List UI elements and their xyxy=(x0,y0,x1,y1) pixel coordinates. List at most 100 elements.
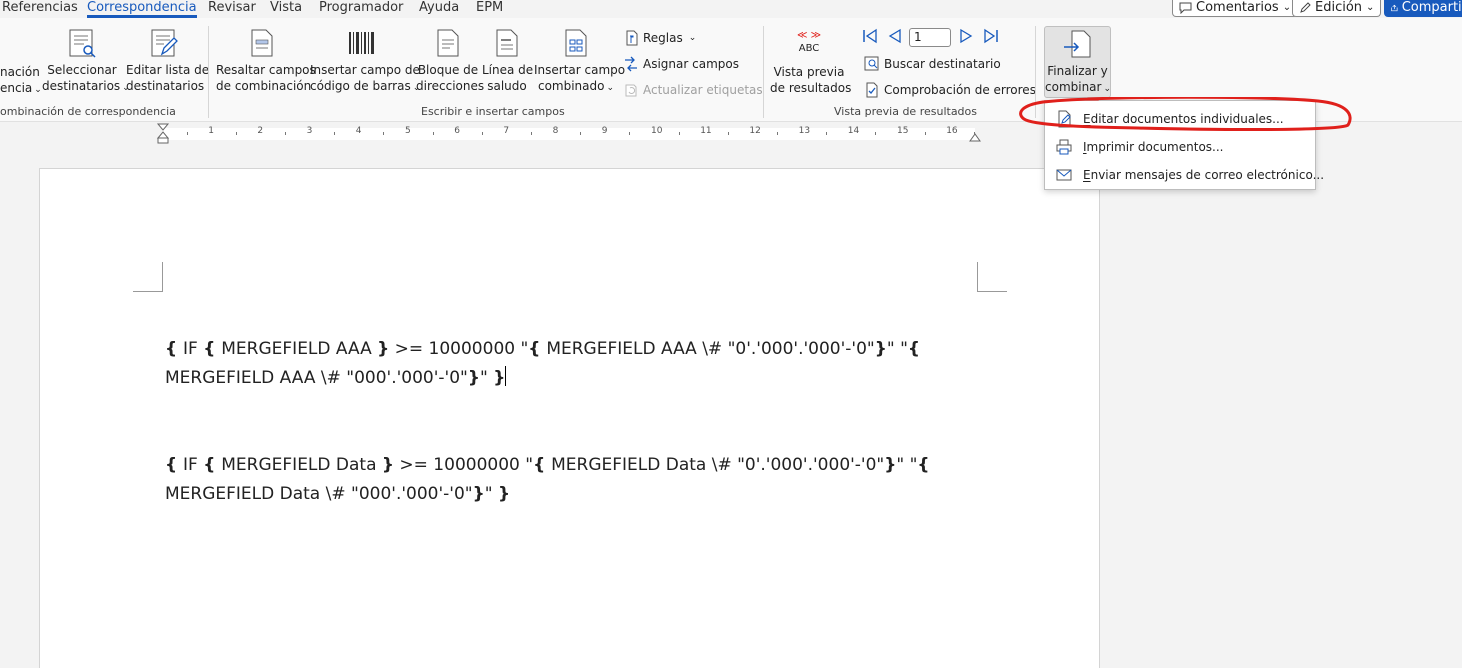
field-code-line-1[interactable]: { IF { MERGEFIELD AAA } >= 10000000 "{ M… xyxy=(165,335,920,364)
tab-vista[interactable]: Vista xyxy=(270,0,302,15)
printer-icon xyxy=(1056,139,1072,155)
field-code-line-3[interactable]: { IF { MERGEFIELD Data } >= 10000000 "{ … xyxy=(165,451,930,480)
comments-button[interactable]: Comentarios ⌄ xyxy=(1172,0,1299,17)
ruler-number: 7 xyxy=(503,126,510,136)
chevron-down-icon: ⌄ xyxy=(688,33,697,43)
refresh-icon xyxy=(625,84,637,97)
text: } xyxy=(874,339,887,359)
indent-marker-icon[interactable] xyxy=(156,123,170,145)
tab-programador[interactable]: Programador xyxy=(319,0,403,15)
check-errors-button[interactable]: Comprobación de errores xyxy=(864,82,1036,98)
finish-and-merge-button[interactable]: Finalizar y combinar ⌄ xyxy=(1044,26,1111,98)
greeting-line-icon xyxy=(496,29,518,57)
ruler-tick xyxy=(678,132,680,135)
previous-record-button[interactable] xyxy=(887,28,903,47)
ruler-tick xyxy=(334,132,336,135)
text: MERGEFIELD Data \# "0'.'000'.'000'-'0" xyxy=(551,455,885,475)
share-icon xyxy=(1391,4,1398,12)
select-recipients-button[interactable]: Seleccionar destinatarios ⌄ xyxy=(42,28,130,96)
highlight-fields-label-2: de combinación xyxy=(216,79,312,93)
crop-mark-left xyxy=(133,262,163,292)
ruler-number: 11 xyxy=(700,126,712,136)
ruler-number: 9 xyxy=(601,126,608,136)
tab-revisar[interactable]: Revisar xyxy=(208,0,256,15)
send-email-messages-item[interactable]: Enviar mensajes de correo electrónico... xyxy=(1055,166,1324,184)
text: { xyxy=(165,339,184,359)
text: IF xyxy=(183,339,204,359)
ruler-number: 5 xyxy=(405,126,411,136)
start-mail-merge-button[interactable]: nación encia ⌄ xyxy=(0,64,42,98)
text: " " xyxy=(886,339,908,359)
text-cursor xyxy=(505,366,507,386)
tab-epm[interactable]: EPM xyxy=(476,0,503,15)
field-code-line-2[interactable]: MERGEFIELD AAA \# "000'.'000'-'0"}" } xyxy=(165,364,507,393)
editing-mode-button[interactable]: Edición ⌄ xyxy=(1292,0,1382,17)
insert-merge-field-button[interactable]: Insertar campo combinado ⌄ xyxy=(534,28,626,96)
highlight-merge-fields-button[interactable]: Resaltar campos de combinación xyxy=(216,28,316,94)
preview-results-button[interactable]: ≪ ≫ ABC Vista previa de resultados xyxy=(770,30,851,96)
match-fields-icon xyxy=(625,56,637,72)
text: >= 10000000 " xyxy=(394,455,534,475)
text: MERGEFIELD Data xyxy=(221,455,382,475)
edit-list-label-1: Editar lista de xyxy=(126,63,210,77)
share-button[interactable]: Compartir xyxy=(1384,0,1462,17)
field-code-line-4[interactable]: MERGEFIELD Data \# "000'.'000'-'0"}" } xyxy=(165,480,510,509)
text: } xyxy=(381,455,395,475)
tab-ayuda[interactable]: Ayuda xyxy=(419,0,459,15)
greeting-line-button[interactable]: Línea de saludo xyxy=(482,28,533,94)
ruler-number: 8 xyxy=(552,126,559,136)
text: { xyxy=(203,339,222,359)
edit-individual-documents-item[interactable]: Editar documentos individuales... xyxy=(1055,110,1284,128)
ruler-tick xyxy=(186,132,188,135)
match-fields-button[interactable]: Asignar campos xyxy=(623,56,739,72)
chevron-down-icon: ⌄ xyxy=(1103,84,1112,94)
text: } xyxy=(467,368,480,388)
merge-field-label-1: Insertar campo xyxy=(534,63,626,77)
record-number-input[interactable]: 1 xyxy=(909,28,951,47)
ruler-number: 16 xyxy=(946,126,958,136)
ruler-tick xyxy=(973,132,975,135)
preview-abc-text: ABC xyxy=(798,43,820,54)
highlight-fields-label-1: Resaltar campos xyxy=(216,63,316,77)
first-record-button[interactable] xyxy=(862,28,878,47)
text: " xyxy=(484,484,498,504)
find-recipient-icon xyxy=(864,56,879,71)
update-labels-label: Actualizar etiquetas xyxy=(643,83,763,97)
group-label-start-merge: ombinación de correspondencia xyxy=(0,105,176,118)
start-merge-label-1: nación xyxy=(0,65,40,79)
merge-field-icon xyxy=(565,29,587,57)
next-record-button[interactable] xyxy=(958,28,974,47)
tab-referencias[interactable]: Referencias xyxy=(2,0,78,15)
ruler-tick xyxy=(875,132,877,135)
right-indent-marker-icon[interactable] xyxy=(968,132,982,142)
rules-button[interactable]: Reglas ⌄ xyxy=(625,30,696,46)
document-page[interactable]: { IF { MERGEFIELD AAA } >= 10000000 "{ M… xyxy=(39,168,1100,668)
ribbon-tab-bar: Referencias Correspondencia Revisar Vist… xyxy=(0,0,1462,18)
print-documents-item[interactable]: Imprimir documentos... xyxy=(1055,138,1223,156)
text: MERGEFIELD AAA xyxy=(221,339,378,359)
text: } xyxy=(497,484,511,504)
check-errors-icon xyxy=(866,82,878,98)
edit-recipient-list-button[interactable]: Editar lista de destinatarios xyxy=(126,28,210,94)
text: { xyxy=(917,455,930,475)
last-record-button[interactable] xyxy=(983,28,999,47)
insert-barcode-field-button[interactable]: Insertar campo de código de barras ⌄ xyxy=(310,28,420,96)
tab-correspondencia[interactable]: Correspondencia xyxy=(87,0,197,18)
text: " xyxy=(479,368,494,388)
preview-abc-icon: ≪ ≫ ABC xyxy=(770,30,848,60)
comment-icon xyxy=(1179,2,1192,14)
match-fields-label: Asignar campos xyxy=(643,57,739,71)
ruler-number: 1 xyxy=(208,126,214,136)
text: { xyxy=(533,455,552,475)
address-block-button[interactable]: Bloque de direcciones xyxy=(416,28,484,94)
preview-results-label-1: Vista previa xyxy=(773,65,845,79)
chevron-down-icon: ⌄ xyxy=(1282,2,1292,13)
update-labels-button[interactable]: Actualizar etiquetas xyxy=(623,82,763,98)
text: { xyxy=(203,455,222,475)
ruler-tick xyxy=(924,132,926,135)
finish-merge-icon xyxy=(1063,30,1090,58)
start-merge-label-2: encia xyxy=(0,81,33,95)
group-label-preview: Vista previa de resultados xyxy=(834,105,978,118)
find-recipient-button[interactable]: Buscar destinatario xyxy=(864,56,1001,72)
finish-merge-dropdown: Editar documentos individuales... Imprim… xyxy=(1044,100,1324,190)
